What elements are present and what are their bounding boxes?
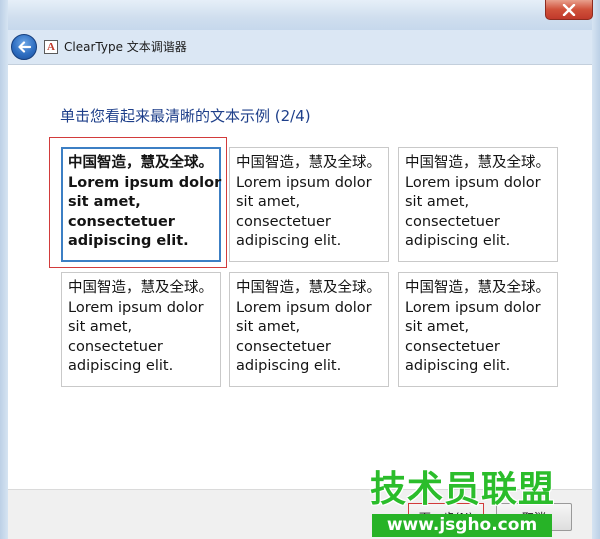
sample-line: consectetuer bbox=[68, 213, 175, 230]
sample-line: sit amet, bbox=[405, 319, 470, 335]
sample-line: consectetuer bbox=[236, 338, 331, 355]
sample-line: 中国智造，慧及全球。 bbox=[405, 280, 550, 296]
sample-line: adipiscing elit. bbox=[405, 358, 511, 374]
sample-line: sit amet, bbox=[68, 194, 141, 210]
sample-line: 中国智造，慧及全球。 bbox=[236, 280, 381, 296]
back-arrow-icon bbox=[18, 41, 31, 53]
sample-text: 中国智造，慧及全球。 Lorem ipsum dolor sit amet, c… bbox=[405, 279, 553, 377]
page-heading: 单击您看起来最清晰的文本示例 (2/4) bbox=[60, 107, 311, 125]
text-sample-6[interactable]: 中国智造，慧及全球。 Lorem ipsum dolor sit amet, c… bbox=[398, 272, 558, 387]
navigation-bar: A ClearType 文本调谐器 bbox=[8, 30, 592, 64]
close-icon bbox=[562, 3, 576, 16]
sample-line: consectetuer bbox=[236, 213, 331, 230]
next-button[interactable]: 下一步(N) bbox=[408, 503, 484, 531]
sample-line: adipiscing elit. bbox=[68, 233, 189, 249]
sample-line: 中国智造，慧及全球。 bbox=[405, 155, 550, 171]
back-button[interactable] bbox=[11, 34, 37, 60]
sample-line: sit amet, bbox=[236, 319, 301, 335]
cancel-button[interactable]: 取消 bbox=[496, 503, 572, 531]
footer-bar: 下一步(N) 取消 bbox=[8, 489, 592, 539]
text-sample-2[interactable]: 中国智造，慧及全球。 Lorem ipsum dolor sit amet, c… bbox=[229, 147, 389, 262]
text-sample-1[interactable]: 中国智造，慧及全球。 Lorem ipsum dolor sit amet, c… bbox=[61, 147, 221, 262]
text-sample-4[interactable]: 中国智造，慧及全球。 Lorem ipsum dolor sit amet, c… bbox=[61, 272, 221, 387]
cleartype-app-icon: A bbox=[44, 40, 58, 54]
sample-text: 中国智造，慧及全球。 Lorem ipsum dolor sit amet, c… bbox=[405, 154, 553, 252]
sample-line: adipiscing elit. bbox=[236, 358, 342, 374]
window-title: ClearType 文本调谐器 bbox=[64, 40, 187, 54]
text-sample-3[interactable]: 中国智造，慧及全球。 Lorem ipsum dolor sit amet, c… bbox=[398, 147, 558, 262]
sample-text: 中国智造，慧及全球。 Lorem ipsum dolor sit amet, c… bbox=[68, 154, 222, 252]
sample-line: Lorem ipsum dolor bbox=[68, 299, 204, 316]
content-area: 单击您看起来最清晰的文本示例 (2/4) 中国智造，慧及全球。 Lorem ip… bbox=[8, 64, 592, 489]
sample-line: Lorem ipsum dolor bbox=[236, 299, 372, 316]
sample-text: 中国智造，慧及全球。 Lorem ipsum dolor sit amet, c… bbox=[236, 279, 384, 377]
sample-line: adipiscing elit. bbox=[68, 358, 174, 374]
window-frame-left bbox=[0, 0, 8, 539]
sample-line: consectetuer bbox=[405, 338, 500, 355]
sample-line: sit amet, bbox=[236, 194, 301, 210]
sample-line: consectetuer bbox=[405, 213, 500, 230]
window-title-bar bbox=[0, 0, 600, 30]
sample-line: adipiscing elit. bbox=[405, 233, 511, 249]
sample-line: sit amet, bbox=[405, 194, 470, 210]
sample-line: Lorem ipsum dolor bbox=[405, 174, 541, 191]
window-frame-right bbox=[592, 0, 600, 539]
sample-line: Lorem ipsum dolor bbox=[405, 299, 541, 316]
sample-line: sit amet, bbox=[68, 319, 133, 335]
sample-line: adipiscing elit. bbox=[236, 233, 342, 249]
text-sample-5[interactable]: 中国智造，慧及全球。 Lorem ipsum dolor sit amet, c… bbox=[229, 272, 389, 387]
sample-line: 中国智造，慧及全球。 bbox=[68, 280, 213, 296]
sample-line: 中国智造，慧及全球。 bbox=[68, 155, 213, 171]
close-button[interactable] bbox=[545, 0, 593, 20]
sample-line: 中国智造，慧及全球。 bbox=[236, 155, 381, 171]
sample-line: Lorem ipsum dolor bbox=[68, 174, 222, 191]
sample-line: consectetuer bbox=[68, 338, 163, 355]
sample-line: Lorem ipsum dolor bbox=[236, 174, 372, 191]
sample-text: 中国智造，慧及全球。 Lorem ipsum dolor sit amet, c… bbox=[68, 279, 216, 377]
sample-text: 中国智造，慧及全球。 Lorem ipsum dolor sit amet, c… bbox=[236, 154, 384, 252]
